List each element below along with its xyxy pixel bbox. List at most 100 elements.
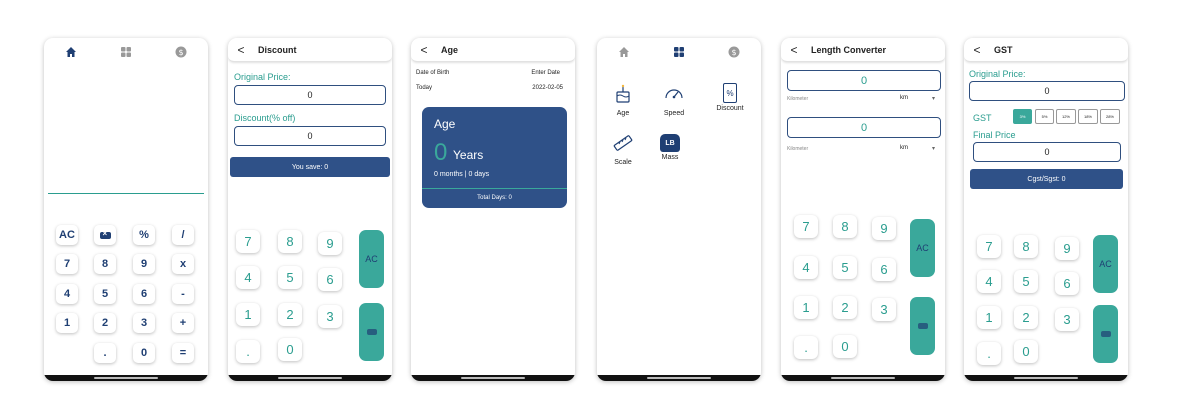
key-9[interactable]: 9 xyxy=(133,254,155,274)
key-5[interactable]: 5 xyxy=(278,266,302,289)
key-ac[interactable]: AC xyxy=(56,225,78,245)
key-6[interactable]: 6 xyxy=(872,258,896,281)
length-input-1[interactable]: 0 xyxy=(787,70,941,91)
dob-input[interactable]: Enter Date xyxy=(531,70,560,76)
key-dot[interactable]: . xyxy=(794,336,818,359)
length-input-2[interactable]: 0 xyxy=(787,117,941,138)
backspace-button[interactable] xyxy=(359,303,384,361)
key-3[interactable]: 3 xyxy=(318,305,342,328)
key-5[interactable]: 5 xyxy=(1014,270,1038,293)
key-4[interactable]: 4 xyxy=(794,256,818,279)
key-4[interactable]: 4 xyxy=(56,284,78,304)
key-4[interactable]: 4 xyxy=(977,270,1001,293)
menu-item-label: Discount xyxy=(716,105,744,112)
key-2[interactable]: 2 xyxy=(1014,306,1038,329)
gst-label: GST xyxy=(973,113,992,123)
dollar-icon[interactable]: $ xyxy=(175,45,187,63)
back-icon[interactable]: < xyxy=(781,43,807,57)
key-3[interactable]: 3 xyxy=(872,298,896,321)
gst-rate-5[interactable]: 5% xyxy=(1035,109,1054,124)
key-5[interactable]: 5 xyxy=(94,284,116,304)
key-plus[interactable]: + xyxy=(172,313,194,333)
key-0[interactable]: 0 xyxy=(278,338,302,361)
ac-button[interactable]: AC xyxy=(359,230,384,288)
original-price-input[interactable]: 0 xyxy=(969,81,1125,101)
length-converter-screen: < Length Converter 0 Kilometer km ▾ 0 Ki… xyxy=(781,38,945,381)
app-bar: < GST xyxy=(964,38,1128,62)
key-dot[interactable]: . xyxy=(236,340,260,363)
screenshot-stage: $ AC % / 7 8 9 x 4 5 6 - 1 2 3 + . 0 = <… xyxy=(0,0,1189,408)
ac-button[interactable]: AC xyxy=(910,219,935,277)
key-8[interactable]: 8 xyxy=(1014,235,1038,258)
menu-item-scale[interactable]: Scale xyxy=(608,132,638,166)
gst-rate-12[interactable]: 12% xyxy=(1056,109,1076,124)
gst-rate-28[interactable]: 28% xyxy=(1100,109,1120,124)
key-0[interactable]: 0 xyxy=(833,335,857,358)
page-title: Age xyxy=(441,44,459,55)
dollar-icon[interactable]: $ xyxy=(728,45,740,63)
key-2[interactable]: 2 xyxy=(833,296,857,319)
key-0[interactable]: 0 xyxy=(133,343,155,363)
key-dot[interactable]: . xyxy=(94,343,116,363)
key-2[interactable]: 2 xyxy=(94,313,116,333)
key-7[interactable]: 7 xyxy=(236,230,260,253)
discount-input[interactable]: 0 xyxy=(234,126,386,146)
key-2[interactable]: 2 xyxy=(278,303,302,326)
back-icon[interactable]: < xyxy=(228,43,254,57)
key-8[interactable]: 8 xyxy=(833,215,857,238)
key-1[interactable]: 1 xyxy=(794,296,818,319)
unit-2-select[interactable]: km xyxy=(900,145,908,151)
menu-item-discount[interactable]: % Discount xyxy=(713,83,747,112)
ac-button[interactable]: AC xyxy=(1093,235,1118,293)
home-indicator xyxy=(597,375,761,381)
menu-item-label: Scale xyxy=(614,159,632,166)
backspace-button[interactable] xyxy=(910,297,935,355)
grid-icon[interactable] xyxy=(120,45,132,63)
key-6[interactable]: 6 xyxy=(133,284,155,304)
key-backspace[interactable] xyxy=(94,225,116,245)
grid-icon[interactable] xyxy=(673,45,685,63)
key-7[interactable]: 7 xyxy=(56,254,78,274)
key-9[interactable]: 9 xyxy=(1055,237,1079,260)
years-label: Years xyxy=(453,148,484,162)
key-equals[interactable]: = xyxy=(172,343,194,363)
key-percent[interactable]: % xyxy=(133,225,155,245)
key-7[interactable]: 7 xyxy=(794,215,818,238)
key-8[interactable]: 8 xyxy=(278,230,302,253)
key-minus[interactable]: - xyxy=(172,284,194,304)
key-0[interactable]: 0 xyxy=(1014,340,1038,363)
menu-item-label: Age xyxy=(616,110,630,117)
key-4[interactable]: 4 xyxy=(236,266,260,289)
key-9[interactable]: 9 xyxy=(318,232,342,255)
key-6[interactable]: 6 xyxy=(1055,272,1079,295)
svg-text:$: $ xyxy=(178,48,183,57)
key-7[interactable]: 7 xyxy=(977,235,1001,258)
gst-rate-3[interactable]: 3% xyxy=(1013,109,1032,124)
unit-1-select[interactable]: km xyxy=(900,95,908,101)
back-icon[interactable]: < xyxy=(411,43,437,57)
key-dot[interactable]: . xyxy=(977,342,1001,365)
back-icon[interactable]: < xyxy=(964,43,990,57)
menu-item-age[interactable]: Age xyxy=(608,83,638,117)
key-3[interactable]: 3 xyxy=(133,313,155,333)
key-1[interactable]: 1 xyxy=(977,306,1001,329)
key-multiply[interactable]: x xyxy=(172,254,194,274)
original-price-input[interactable]: 0 xyxy=(234,85,386,105)
gst-rate-18[interactable]: 18% xyxy=(1078,109,1098,124)
chevron-down-icon[interactable]: ▾ xyxy=(932,145,935,152)
menu-item-mass[interactable]: LB Mass xyxy=(655,132,685,161)
key-9[interactable]: 9 xyxy=(872,217,896,240)
home-icon[interactable] xyxy=(618,45,630,63)
key-8[interactable]: 8 xyxy=(94,254,116,274)
backspace-button[interactable] xyxy=(1093,305,1118,363)
key-1[interactable]: 1 xyxy=(56,313,78,333)
key-3[interactable]: 3 xyxy=(1055,308,1079,331)
home-icon[interactable] xyxy=(65,45,77,63)
key-6[interactable]: 6 xyxy=(318,268,342,291)
key-1[interactable]: 1 xyxy=(236,303,260,326)
menu-item-speed[interactable]: Speed xyxy=(659,83,689,117)
key-divide[interactable]: / xyxy=(172,225,194,245)
age-screen: < Age Date of Birth Enter Date Today 202… xyxy=(411,38,575,381)
chevron-down-icon[interactable]: ▾ xyxy=(932,95,935,102)
key-5[interactable]: 5 xyxy=(833,256,857,279)
